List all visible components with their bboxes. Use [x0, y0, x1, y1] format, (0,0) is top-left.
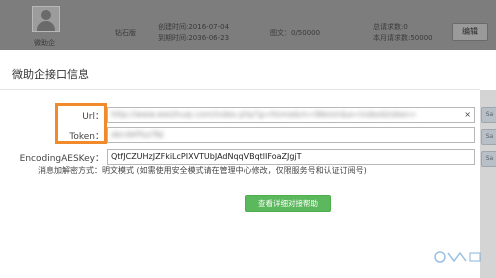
clear-icon[interactable]: × [464, 108, 471, 122]
created-date: 创建时间:2016-07-04 [158, 23, 230, 31]
avatar-label: 微助企 [34, 39, 55, 47]
encryption-mode-note: 消息加解密方式：明文模式 (如需使用安全模式请在管理中心修改，仅限服务号和认证订… [38, 166, 367, 175]
encoding-aes-key-value: QtfJCZUHzJZFkiLcPIXVTUbJAdNqqVBqtlIFoaZJ… [111, 152, 302, 161]
title-divider [0, 89, 480, 90]
avatar-icon [41, 10, 51, 20]
account-table-row: 微助企 钻石版 创建时间:2016-07-04 到期时间:2036-06-23 … [0, 0, 496, 50]
view-help-button[interactable]: 查看详细对接帮助 [245, 195, 331, 212]
highlight-box [55, 103, 107, 144]
token-field[interactable]: abcdefXyzTeJ [107, 127, 475, 143]
account-avatar [32, 6, 60, 32]
encoding-aes-key-field[interactable]: QtfJCZUHzJZFkiLcPIXVTUbJAdNqqVBqtlIFoaZJ… [107, 149, 475, 165]
watermark-logo [432, 250, 492, 274]
url-value: http://www.weizhuqi.com/index.php?g=Home… [111, 110, 417, 119]
plan-label: 钻石版 [115, 29, 136, 37]
dialog-title: 微助企接口信息 [12, 68, 89, 81]
encoding-aes-key-label: EncodingAESKey： [19, 154, 104, 164]
expire-date: 到期时间:2036-06-23 [158, 34, 230, 42]
edit-button[interactable]: 编辑 [452, 23, 488, 41]
total-requests: 总请求数:0 [373, 23, 408, 31]
side-save-button-2[interactable]: Sa [481, 129, 496, 145]
image-text-count: 图文：0/50000 [270, 29, 321, 37]
month-requests: 本月请求数:50000 [373, 34, 433, 42]
token-value: abcdefXyzTeJ [111, 130, 164, 139]
url-field[interactable]: http://www.weizhuqi.com/index.php?g=Home… [107, 107, 475, 123]
side-save-button-3[interactable]: Sa [481, 151, 496, 167]
side-save-button-1[interactable]: Sa [481, 107, 496, 123]
